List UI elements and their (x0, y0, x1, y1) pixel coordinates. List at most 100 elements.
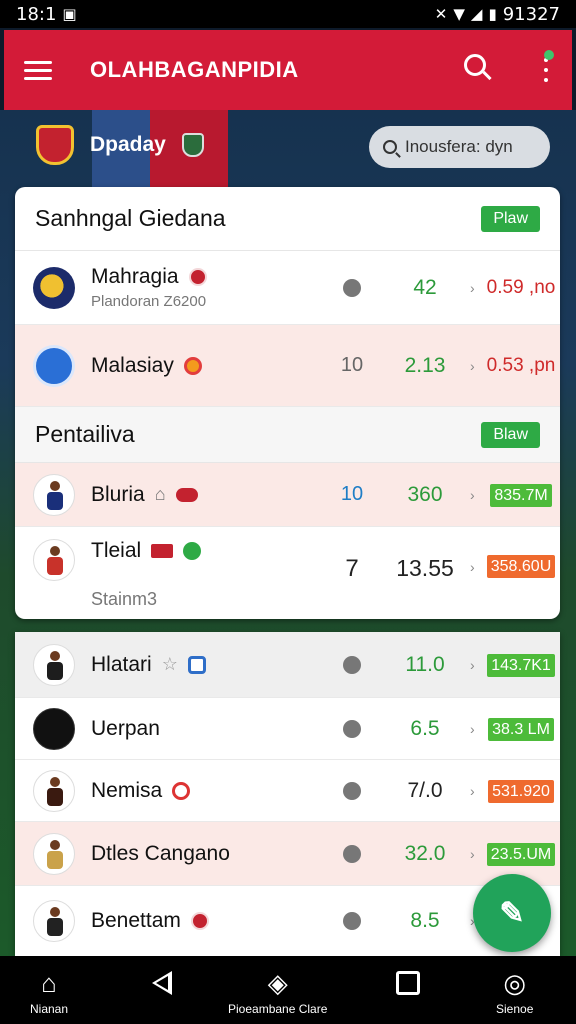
chevron-right-icon: › (470, 720, 475, 737)
home-icon: ⌂ (41, 968, 57, 998)
market-value-tag: 143.7K1 (487, 653, 555, 677)
info-icon[interactable] (337, 910, 367, 933)
club-badge-icon (190, 912, 209, 930)
mute-icon: ✕ (434, 5, 448, 23)
recents-icon (396, 971, 420, 995)
chevron-right-icon: › (470, 279, 475, 296)
player-subtitle: Stainm3 (91, 589, 158, 609)
pen-icon: ✎ (499, 896, 525, 930)
player-avatar (33, 769, 75, 812)
play-badge-2[interactable]: Blaw (481, 421, 540, 448)
nav-home[interactable]: ⌂ Nianan (30, 966, 68, 1016)
battery-icon: ▮ (488, 5, 497, 23)
stat-value: 6.5 (410, 716, 440, 740)
player-name: Tleial (91, 539, 142, 562)
player-name: Nemisa (91, 778, 163, 802)
player-avatar (33, 832, 75, 875)
edit-fab-button[interactable]: ✎ (473, 874, 551, 952)
stat-value: 13.55 (396, 555, 454, 581)
player-name: Benettam (91, 909, 181, 932)
app-bar: OLAHBAGANPIDIA (4, 30, 572, 110)
table-row[interactable]: Malasiay 10 2.13 › 0.53 ,pn (15, 325, 560, 407)
info-icon[interactable] (337, 653, 367, 676)
person-icon: ⌂ (154, 484, 166, 504)
bottom-nav: ⌂ Nianan ◈ Pioeambane Clare ◎ Sienoe (0, 956, 576, 1024)
search-placeholder: Inousfera: dyn (405, 137, 513, 156)
stat-value: 2.13 (404, 353, 446, 377)
club-badge-icon (183, 542, 202, 560)
stat-value: 32.0 (404, 841, 446, 865)
search-icon[interactable] (460, 52, 496, 88)
player-avatar (33, 473, 75, 516)
chevron-right-icon: › (470, 782, 475, 799)
back-icon (152, 971, 172, 995)
stat-value: 7/.0 (407, 778, 443, 802)
stats-card: Sanhngal Giedana Plaw Mahragia Plandoran… (15, 187, 560, 619)
chevron-right-icon: › (470, 559, 475, 575)
player-avatar (33, 266, 75, 309)
app-title: OLAHBAGANPIDIA (90, 57, 299, 82)
gallery-icon: ▣ (62, 5, 77, 23)
table-row[interactable]: Mahragia Plandoran Z6200 42 › 0.59 ,no (15, 251, 560, 325)
market-value-tag: 358.60U (486, 555, 556, 578)
nav-center-label: Pioeambane Clare (228, 1002, 328, 1016)
market-value-tag: 531.920 (488, 779, 554, 803)
stat-count: 10 (340, 354, 364, 376)
market-value-tag: 38.3 LM (488, 717, 554, 741)
player-name: Hlatari (91, 652, 152, 676)
player-avatar (33, 707, 75, 750)
table-row[interactable]: Bluria ⌂ 10 360 › 835.7M (15, 463, 560, 527)
market-value: 0.53 ,pn (486, 354, 556, 376)
list-item[interactable]: Nemisa 7/.0 › 531.920 (15, 760, 560, 822)
player-avatar (33, 900, 75, 942)
section-title-1: Sanhngal Giedana (35, 205, 226, 231)
info-icon[interactable] (337, 779, 367, 802)
wifi-icon: ▼ (453, 5, 465, 23)
status-time: 18:1 (16, 3, 57, 25)
menu-icon[interactable] (24, 60, 52, 80)
search-field-icon (383, 140, 397, 154)
club-badge-icon (188, 268, 207, 286)
star-icon[interactable]: ☆ (162, 654, 178, 675)
search-input[interactable]: Inousfera: dyn (369, 126, 550, 168)
nav-recents[interactable] (396, 966, 420, 995)
section-header-1: Sanhngal Giedana Plaw (15, 187, 560, 251)
status-bar: 18:1 ▣ ✕ ▼ ◢ ▮ 91327 (0, 0, 576, 28)
player-subtitle: Plandoran Z6200 (91, 293, 207, 310)
compass-icon: ◈ (267, 968, 288, 998)
chevron-right-icon: › (470, 486, 475, 503)
play-badge-1[interactable]: Plaw (481, 205, 540, 232)
market-value-tag: 835.7M (490, 483, 552, 507)
info-icon[interactable] (337, 842, 367, 865)
more-options-icon[interactable] (540, 50, 554, 82)
list-item[interactable]: Hlatari ☆ 11.0 › 143.7K1 (15, 632, 560, 698)
club-secondary-crest-icon (181, 133, 204, 157)
stat-value: 42 (413, 275, 437, 299)
status-right-text: 91327 (502, 3, 560, 25)
list-item[interactable]: Uerpan 6.5 › 38.3 LM (15, 698, 560, 760)
nav-back[interactable] (152, 966, 172, 995)
list-item[interactable]: Dtles Cangano 32.0 › 23.5.UM (15, 822, 560, 886)
flag-icon (151, 544, 174, 558)
club-name: Dpaday (90, 133, 166, 156)
info-icon[interactable] (337, 276, 367, 299)
player-name: Uerpan (91, 716, 160, 740)
player-name: Dtles Cangano (91, 841, 230, 865)
nav-center[interactable]: ◈ Pioeambane Clare (228, 966, 327, 1016)
player-avatar (33, 539, 75, 581)
club-header[interactable]: Dpaday (36, 125, 204, 165)
stat-value: 8.5 (410, 909, 440, 932)
info-icon[interactable] (337, 717, 367, 740)
table-row[interactable]: Tleial Stainm3 7 13.55 › 358.60U (15, 527, 560, 619)
chevron-right-icon: › (470, 845, 475, 862)
stat-count: 7 (345, 555, 359, 582)
stat-value: 11.0 (405, 652, 445, 676)
club-crest-icon (36, 125, 74, 165)
player-name: Mahragia (91, 265, 179, 288)
player-avatar (33, 643, 75, 686)
market-value-tag: 23.5.UM (486, 842, 556, 866)
market-value: 0.59 ,no (486, 276, 556, 298)
nav-profile[interactable]: ◎ Sienoe (496, 966, 533, 1016)
signal-icon: ◢ (470, 5, 483, 23)
notification-dot (544, 50, 554, 60)
